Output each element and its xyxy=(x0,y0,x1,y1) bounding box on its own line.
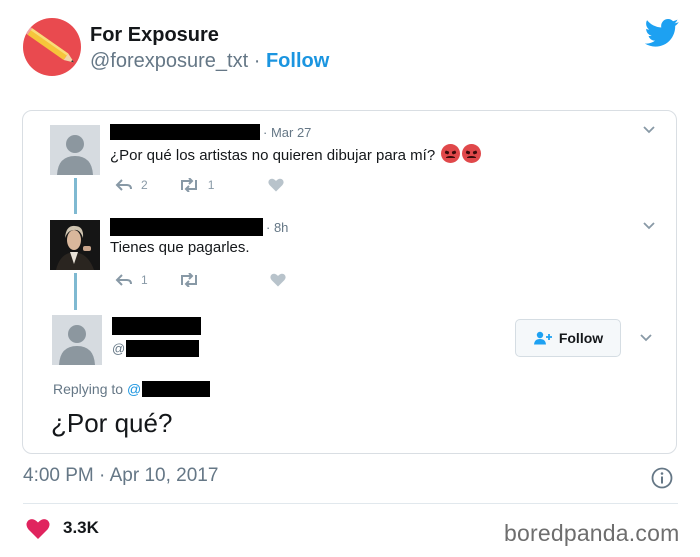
angry-face-emoji xyxy=(462,144,482,163)
pencil-icon xyxy=(23,23,75,63)
like-icon xyxy=(270,273,286,287)
avatar[interactable] xyxy=(50,125,100,175)
reply-count: 2 xyxy=(141,178,148,192)
handle[interactable]: @forexposure_txt xyxy=(90,50,248,72)
retweet-count: 1 xyxy=(207,178,215,192)
tweet-date[interactable]: · Mar 27 xyxy=(263,125,311,140)
follow-link[interactable]: Follow xyxy=(266,50,329,72)
person-photo xyxy=(50,220,100,270)
like-icon xyxy=(268,178,285,192)
avatar[interactable] xyxy=(50,220,100,270)
retweet-action[interactable] xyxy=(178,273,208,287)
tweet-text: ¿Por qué? xyxy=(51,408,173,438)
retweet-icon xyxy=(180,178,197,192)
chevron-down-icon[interactable] xyxy=(642,221,656,231)
thread-line xyxy=(74,273,77,310)
chevron-down-icon[interactable] xyxy=(642,125,656,135)
divider xyxy=(23,503,678,504)
reply-text: Tienes que pagarles. xyxy=(110,239,250,256)
reply-count: 1 xyxy=(141,273,148,287)
profile-avatar[interactable] xyxy=(23,18,81,76)
embedded-conversation-card[interactable]: · Mar 27 ¿Por qué los artistas no quiere… xyxy=(22,110,677,454)
twitter-bird-icon[interactable] xyxy=(645,18,679,48)
info-icon[interactable] xyxy=(651,467,673,489)
reply-text: ¿Por qué los artistas no quieren dibujar… xyxy=(110,144,482,164)
redacted-handle xyxy=(142,381,210,397)
action-bar: 1 xyxy=(115,271,324,289)
redacted-name xyxy=(110,218,263,236)
handle-prefix: @ xyxy=(112,341,126,356)
retweet-action[interactable]: 1 xyxy=(178,178,215,192)
default-avatar-icon xyxy=(59,325,95,365)
tweet-timestamp[interactable]: 4:00 PM · Apr 10, 2017 xyxy=(23,465,218,487)
display-name[interactable]: For Exposure xyxy=(90,24,219,47)
like-count[interactable]: 3.3K xyxy=(63,518,99,538)
tweet-date[interactable]: · 8h xyxy=(266,220,288,235)
thread-line xyxy=(74,178,77,214)
retweet-icon xyxy=(180,273,197,287)
reply-action[interactable]: 1 xyxy=(115,273,148,287)
separator: · xyxy=(253,50,261,72)
redacted-handle xyxy=(126,340,199,357)
reply-icon xyxy=(115,179,132,191)
avatar[interactable] xyxy=(52,315,102,365)
replying-to: Replying to @ xyxy=(53,381,141,397)
reply-action[interactable]: 2 xyxy=(115,178,148,192)
redacted-name xyxy=(112,317,201,335)
heart-icon[interactable] xyxy=(26,518,50,540)
like-action[interactable] xyxy=(270,273,294,287)
handle-row: @forexposure_txt · Follow xyxy=(90,50,329,73)
watermark: boredpanda.com xyxy=(504,520,680,546)
reply-icon xyxy=(115,274,132,286)
follow-button-label: Follow xyxy=(558,330,604,346)
angry-face-emoji xyxy=(441,144,461,163)
action-bar: 2 1 xyxy=(115,176,322,194)
follow-button[interactable]: Follow xyxy=(515,319,621,357)
replying-to-label: Replying to xyxy=(53,381,124,397)
default-avatar-icon xyxy=(57,135,93,175)
chevron-down-icon[interactable] xyxy=(639,333,653,343)
like-action[interactable] xyxy=(268,178,292,192)
follow-person-icon xyxy=(533,331,552,345)
redacted-name xyxy=(110,124,260,140)
replying-to-handle[interactable]: @ xyxy=(127,381,141,397)
reply-text-content: ¿Por qué los artistas no quieren dibujar… xyxy=(110,147,436,164)
